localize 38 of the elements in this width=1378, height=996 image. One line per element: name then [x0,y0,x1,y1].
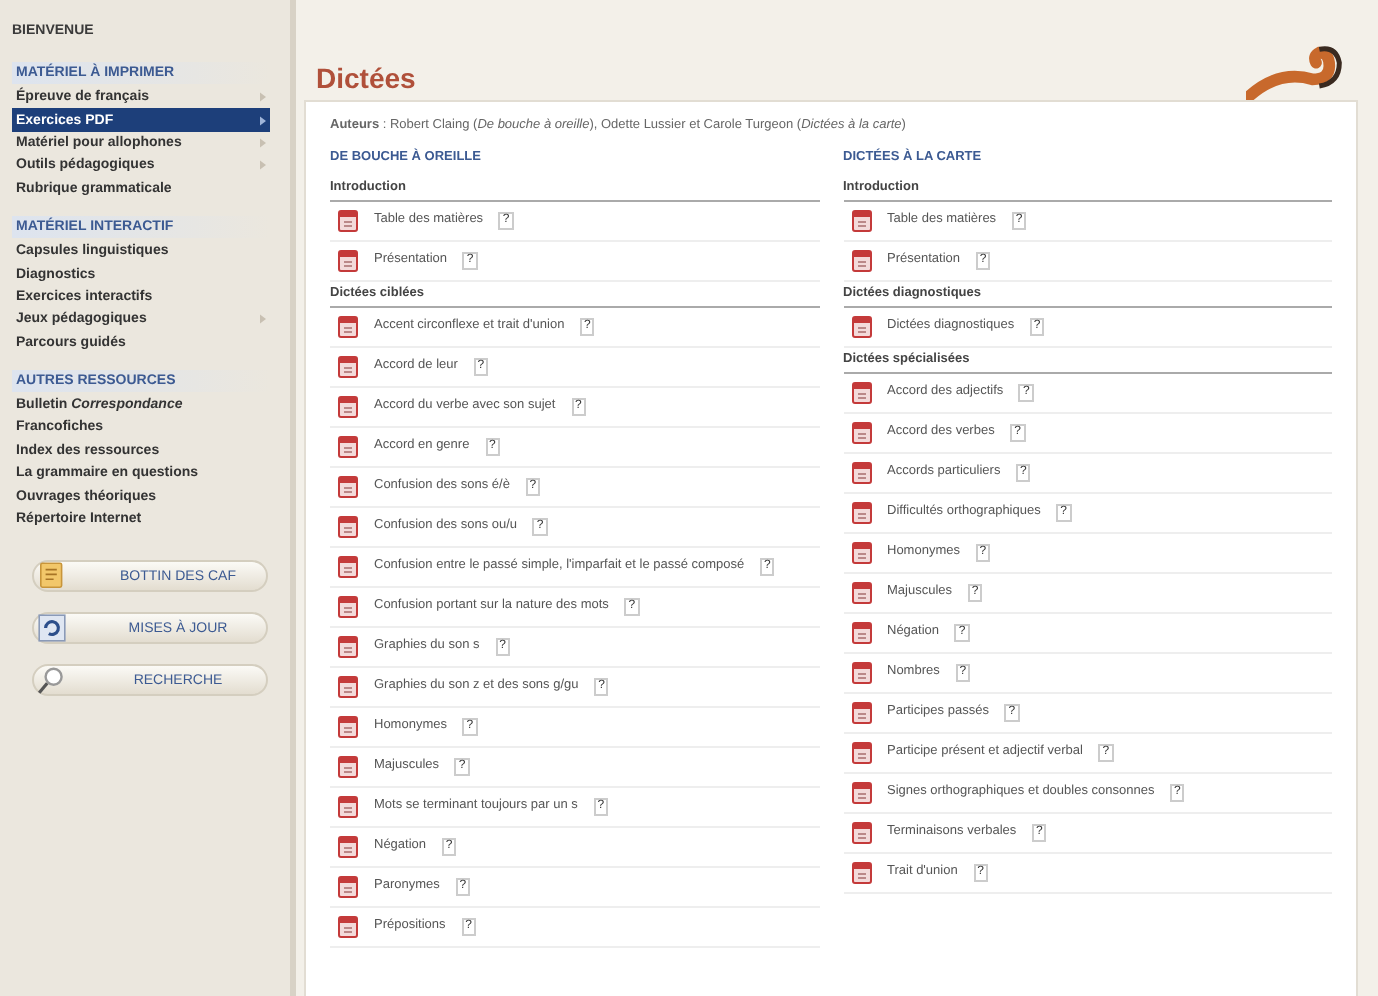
pdf-icon [338,716,358,738]
pdf-icon [851,582,871,604]
pdf-icon [851,742,871,764]
pdf-icon [851,382,871,404]
page-title: Dictées [316,62,416,94]
pdf-icon [851,210,871,232]
pdf-icon [851,822,871,844]
pdf-icon [338,316,358,338]
pdf-icon [338,476,358,498]
pdf-icon [338,676,358,698]
pdf-icon [338,796,358,818]
pdf-icon [851,542,871,564]
pdf-icon [338,836,358,858]
pdf-icon [338,876,358,898]
pdf-icon [338,556,358,578]
pdf-icon [338,210,358,232]
pdf-icon [338,356,358,378]
search-icon [36,664,68,697]
pdf-icon [851,662,871,684]
pdf-icon [851,862,871,884]
pdf-icon [338,916,358,938]
pdf-icon [851,250,871,272]
pdf-icon [338,636,358,658]
pdf-icon [851,502,871,524]
pdf-icon [338,596,358,618]
pdf-icon [851,782,871,804]
refresh-icon [36,612,68,645]
pdf-icon [851,622,871,644]
pdf-icon [338,756,358,778]
pdf-icon [338,250,358,272]
pdf-icon [851,422,871,444]
pdf-icon [338,436,358,458]
pdf-icon [851,316,871,338]
pdf-icon [851,462,871,484]
pdf-icon [338,516,358,538]
pdf-icon [851,702,871,724]
note-icon [36,560,68,593]
pdf-icon [338,396,358,418]
